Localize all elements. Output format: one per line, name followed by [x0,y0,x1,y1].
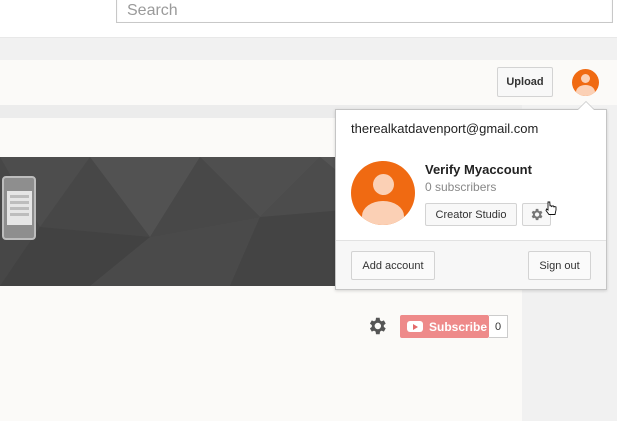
popup-caret-inner [578,102,594,110]
account-avatar-button[interactable] [572,69,599,96]
avatar-body [576,85,595,96]
masthead [0,0,617,38]
add-account-button[interactable]: Add account [351,251,435,280]
device-screen [7,191,32,225]
channel-settings-gear-icon[interactable] [366,315,388,337]
pointer-cursor-icon [545,201,557,215]
youtube-play-icon [407,321,423,332]
upload-button[interactable]: Upload [497,67,553,97]
subscribe-button[interactable]: Subscribe [400,315,489,338]
device-thumbnail-icon [2,176,36,240]
account-subscriber-count: 0 subscribers [425,180,497,194]
avatar-body [362,201,404,225]
account-avatar-large[interactable] [351,161,415,225]
gear-icon [531,208,543,221]
avatar-head [373,174,394,195]
account-email: therealkatdavenport@gmail.com [351,121,539,136]
sign-out-button[interactable]: Sign out [528,251,591,280]
search-input[interactable] [116,0,613,23]
account-name[interactable]: Verify Myaccount [425,162,532,177]
subscriber-count-badge: 0 [489,315,508,338]
creator-studio-button[interactable]: Creator Studio [425,203,517,226]
avatar-head [581,74,590,83]
subscribe-label: Subscribe [429,319,488,334]
